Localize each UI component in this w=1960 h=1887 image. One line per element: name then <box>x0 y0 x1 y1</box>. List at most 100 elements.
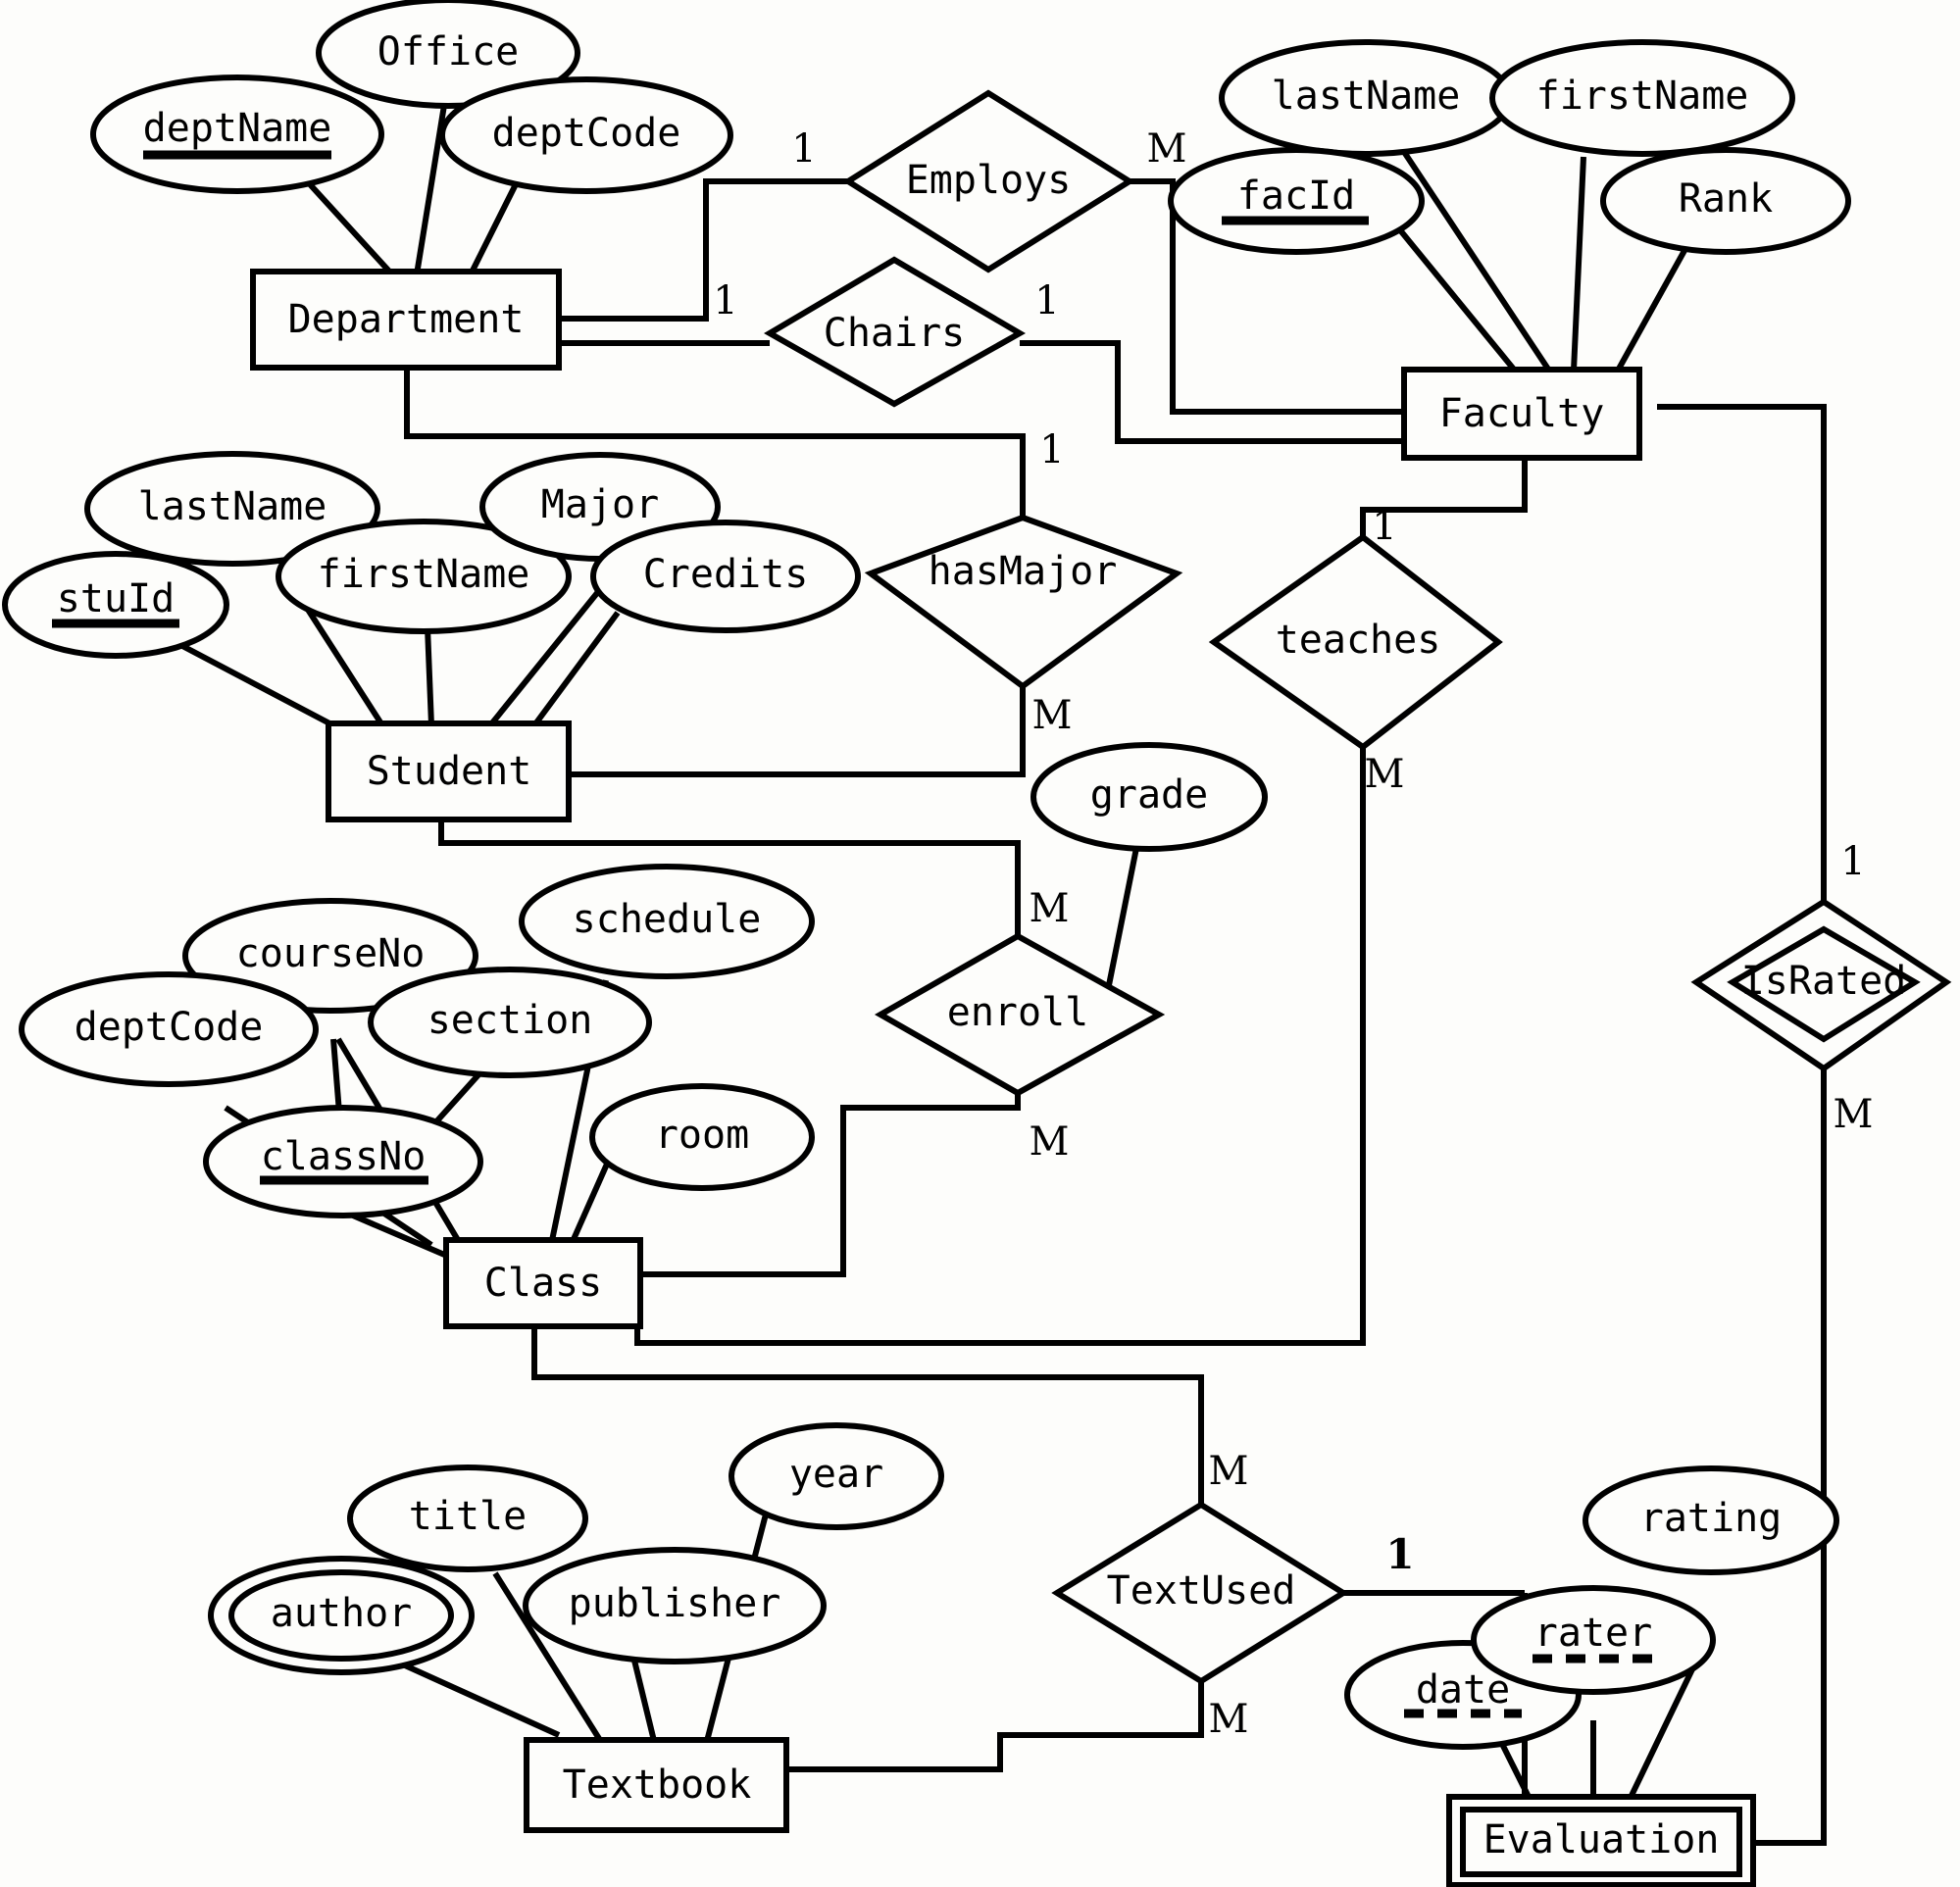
attribute-publisher[interactable]: publisher <box>523 1547 827 1664</box>
attribute-courseno-label: courseNo <box>236 931 426 976</box>
entity-student[interactable]: Student <box>326 720 572 822</box>
attribute-major-label: Major <box>541 482 659 527</box>
attribute-deptcode-department[interactable]: deptCode <box>439 76 733 194</box>
entity-class[interactable]: Class <box>443 1237 643 1329</box>
er-diagram-svg: Department Faculty Student Class Textboo… <box>2 0 1952 1887</box>
cardinality-employs-M: M <box>1147 126 1187 172</box>
attribute-stuid-label: stuId <box>57 576 175 621</box>
edge-enroll-grade <box>1105 832 1142 991</box>
attribute-faculty-firstname[interactable]: firstName <box>1489 39 1795 157</box>
relationship-teaches-label: teaches <box>1276 618 1441 663</box>
entity-class-label: Class <box>484 1261 602 1306</box>
relationship-teaches[interactable]: teaches <box>1208 533 1503 751</box>
relationship-chairs[interactable]: Chairs <box>764 256 1027 408</box>
relationship-employs[interactable]: Employs <box>842 89 1135 273</box>
edge-textused-textbook <box>784 1671 1204 1772</box>
attribute-classno-label: classNo <box>261 1134 427 1179</box>
attribute-title-label: title <box>409 1494 527 1539</box>
cardinality-israted-1: 1 <box>1840 839 1865 884</box>
attribute-author[interactable]: author <box>208 1556 475 1675</box>
attribute-credits-label: Credits <box>643 552 809 597</box>
attribute-rating-label: rating <box>1640 1496 1783 1541</box>
attribute-facid[interactable]: facId <box>1168 147 1425 255</box>
attribute-year[interactable]: year <box>729 1422 944 1530</box>
attribute-classno[interactable]: classNo <box>203 1105 483 1218</box>
attribute-office-label: Office <box>377 29 520 74</box>
cardinality-textused-M-top: M <box>1209 1449 1249 1494</box>
entity-evaluation[interactable]: Evaluation <box>1446 1794 1756 1887</box>
relationship-layer: Employs Chairs hasMajor teaches enroll T… <box>764 89 1952 1685</box>
relationship-israted-label: IsRated <box>1741 959 1907 1004</box>
relationship-textused-label: TextUsed <box>1107 1568 1296 1614</box>
cardinality-israted-M: M <box>1834 1092 1874 1137</box>
attribute-rank[interactable]: Rank <box>1600 147 1851 255</box>
edge-class-classNo <box>351 1213 458 1263</box>
attribute-schedule-label: schedule <box>573 897 762 942</box>
cardinality-enroll-M-top: M <box>1030 886 1070 931</box>
cardinality-hasmajor-M: M <box>1032 693 1073 738</box>
relationship-hasmajor-label: hasMajor <box>929 549 1118 594</box>
entity-student-label: Student <box>367 749 532 794</box>
attribute-grade[interactable]: grade <box>1030 742 1268 852</box>
cardinality-chairs-1-right: 1 <box>1034 278 1059 323</box>
cardinality-textused-M-bottom: M <box>1209 1697 1249 1742</box>
entity-textbook[interactable]: Textbook <box>524 1737 789 1833</box>
attribute-deptcode-department-label: deptCode <box>492 111 681 156</box>
relationship-israted[interactable]: IsRated <box>1690 898 1952 1072</box>
attribute-student-lastname-label: lastName <box>138 484 327 529</box>
attribute-year-label: year <box>789 1452 883 1497</box>
attribute-student-firstname-label: firstName <box>318 552 530 597</box>
relationship-hasmajor-diamond[interactable] <box>864 514 1183 690</box>
cardinality-teaches-M: M <box>1365 752 1405 797</box>
attribute-publisher-label: publisher <box>569 1581 781 1626</box>
entity-department-label: Department <box>288 297 525 342</box>
entity-faculty-label: Faculty <box>1439 391 1605 436</box>
attribute-deptcode-class[interactable]: deptCode <box>19 971 319 1087</box>
entity-department[interactable]: Department <box>250 269 562 371</box>
relationship-enroll-label: enroll <box>947 990 1089 1035</box>
attribute-rating[interactable]: rating <box>1583 1465 1839 1575</box>
attribute-rater-label: rater <box>1534 1611 1652 1656</box>
attribute-schedule[interactable]: schedule <box>519 864 815 979</box>
attribute-credits[interactable]: Credits <box>590 520 861 633</box>
relationship-chairs-label: Chairs <box>824 311 966 356</box>
attribute-room-label: room <box>655 1113 749 1158</box>
edge-chairs-faculty <box>1020 340 1407 444</box>
cardinality-teaches-1: 1 <box>1372 504 1396 549</box>
entity-evaluation-label: Evaluation <box>1483 1817 1720 1862</box>
attribute-faculty-firstname-label: firstName <box>1536 74 1749 119</box>
edge-israted-evaluation <box>1755 1068 1827 1846</box>
attribute-section[interactable]: section <box>368 967 652 1078</box>
entity-faculty[interactable]: Faculty <box>1401 367 1642 461</box>
attribute-deptcode-class-label: deptCode <box>75 1005 264 1050</box>
attribute-stuid[interactable]: stuId <box>2 551 229 659</box>
attribute-deptname[interactable]: deptName <box>90 74 384 194</box>
cardinality-hasmajor-1: 1 <box>1039 427 1064 472</box>
attribute-layer: Office deptName deptCode lastName firstN… <box>2 0 1851 1750</box>
attribute-faculty-lastname-label: lastName <box>1272 74 1461 119</box>
attribute-grade-label: grade <box>1090 772 1208 818</box>
attribute-section-label: section <box>427 998 593 1043</box>
attribute-title[interactable]: title <box>347 1465 588 1572</box>
edge-department-office <box>414 92 449 275</box>
attribute-room[interactable]: room <box>589 1083 815 1191</box>
attribute-rater[interactable]: rater <box>1471 1585 1716 1695</box>
attribute-facid-label: facId <box>1237 174 1355 219</box>
attribute-author-label: author <box>271 1591 413 1636</box>
entity-textbook-label: Textbook <box>563 1763 752 1808</box>
attribute-deptname-label: deptName <box>143 106 332 151</box>
relationship-enroll[interactable]: enroll <box>874 932 1166 1097</box>
attribute-rank-label: Rank <box>1679 176 1773 222</box>
edge-faculty-firstName <box>1571 156 1586 372</box>
cardinality-enroll-M-bottom: M <box>1030 1119 1070 1165</box>
relationship-hasmajor[interactable]: hasMajor <box>864 514 1183 690</box>
edge-student-credits <box>531 611 621 727</box>
relationship-textused[interactable]: TextUsed <box>1051 1501 1349 1685</box>
cardinality-chairs-1-left: 1 <box>713 278 737 323</box>
attribute-date-label: date <box>1416 1667 1510 1713</box>
cardinality-employs-1: 1 <box>791 126 816 172</box>
edge-faculty-israted <box>1657 404 1827 902</box>
attribute-faculty-lastname[interactable]: lastName <box>1219 39 1513 157</box>
relationship-employs-label: Employs <box>906 158 1072 203</box>
edge-department-employs <box>559 178 848 322</box>
